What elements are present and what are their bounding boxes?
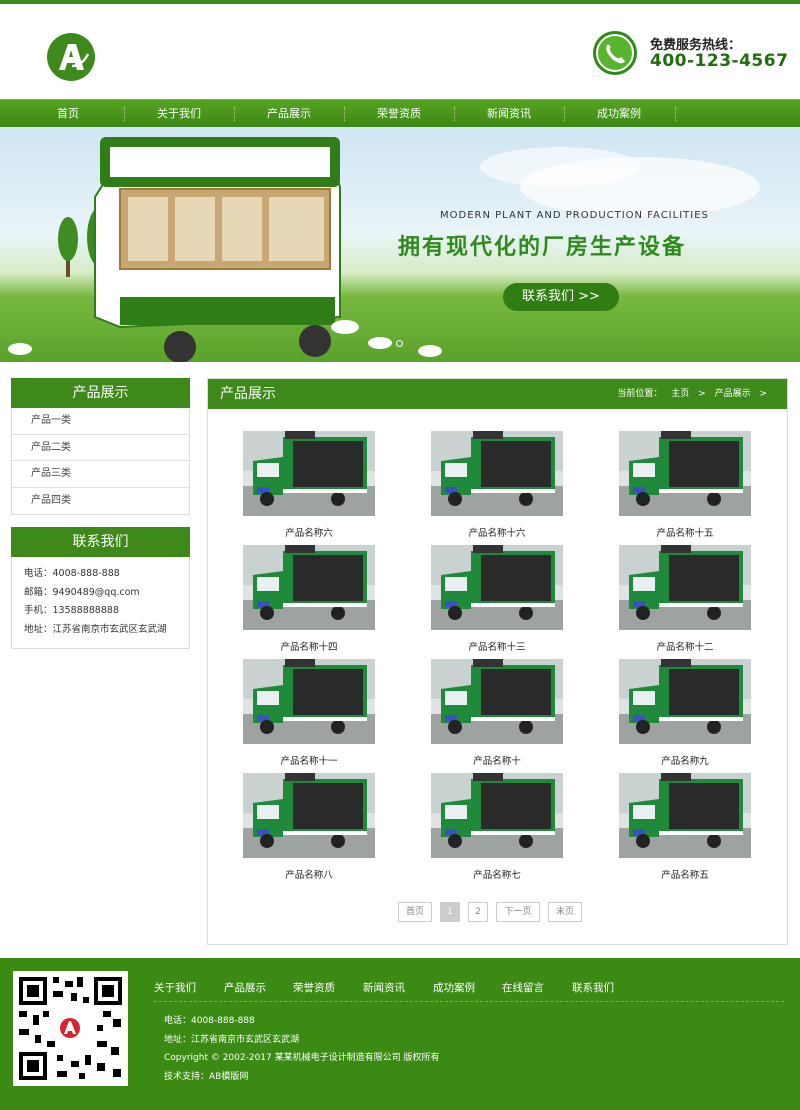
footer-divider: [154, 1001, 784, 1002]
footer-address: 地址：江苏省南京市玄武区玄武湖: [164, 1035, 300, 1045]
product-name[interactable]: 产品名称十一: [243, 753, 375, 767]
product-card[interactable]: 产品名称十四: [243, 545, 375, 653]
nav-home[interactable]: 首页: [13, 100, 123, 128]
phone-icon: [593, 31, 637, 75]
product-card[interactable]: 产品名称十二: [619, 545, 751, 653]
sidebar-categories-title: 产品展示: [11, 378, 190, 408]
qr-code-icon: [13, 971, 128, 1086]
contact-phone: 电话：4008-888-888: [24, 568, 120, 579]
banner-headline: 拥有现代化的厂房生产设备: [398, 235, 687, 260]
sidebar-category-item[interactable]: 产品一类: [12, 408, 189, 435]
nav-about[interactable]: 关于我们: [124, 100, 234, 128]
product-card[interactable]: 产品名称十五: [619, 431, 751, 539]
product-card[interactable]: 产品名称六: [243, 431, 375, 539]
product-name[interactable]: 产品名称十六: [431, 525, 563, 539]
pagination-next[interactable]: 下一页: [496, 902, 540, 922]
footer-nav-about[interactable]: 关于我们: [154, 980, 196, 995]
contact-address: 地址：江苏省南京市玄武区玄武湖: [24, 623, 167, 635]
hero-banner: MODERN PLANT AND PRODUCTION FACILITIES 拥…: [0, 127, 800, 362]
pagination-last[interactable]: 末页: [548, 902, 582, 922]
product-card[interactable]: 产品名称九: [619, 659, 751, 767]
breadcrumb: 当前位置： 主页 > 产品展示 >: [611, 379, 767, 409]
product-name[interactable]: 产品名称八: [243, 867, 375, 881]
product-card[interactable]: 产品名称十: [431, 659, 563, 767]
product-image: [619, 659, 751, 744]
breadcrumb-separator: >: [759, 389, 767, 399]
contact-mobile: 手机：13588888888: [24, 605, 119, 616]
nav-news[interactable]: 新闻资讯: [454, 100, 564, 128]
logo-icon[interactable]: [46, 32, 96, 82]
footer-tech-support: 技术支持：AB模版网: [164, 1072, 249, 1082]
sidebar-contact-title: 联系我们: [11, 527, 190, 557]
product-name[interactable]: 产品名称六: [243, 525, 375, 539]
breadcrumb-label: 当前位置：: [617, 389, 663, 399]
product-image: [431, 545, 563, 630]
banner-contact-button[interactable]: 联系我们 >>: [503, 283, 619, 311]
slider-dot-active[interactable]: [384, 340, 391, 347]
product-card[interactable]: 产品名称八: [243, 773, 375, 881]
footer-nav-news[interactable]: 新闻资讯: [363, 980, 405, 995]
product-name[interactable]: 产品名称十三: [431, 639, 563, 653]
footer-nav-cases[interactable]: 成功案例: [433, 980, 475, 995]
contact-email: 邮箱：9490489@qq.com: [24, 586, 140, 598]
product-name[interactable]: 产品名称五: [619, 867, 751, 881]
product-image: [431, 773, 563, 858]
product-image: [619, 431, 751, 516]
slider-dot[interactable]: [396, 340, 403, 347]
product-name[interactable]: 产品名称七: [431, 867, 563, 881]
nav-separator: [675, 107, 676, 121]
hotline-number: 400-123-4567: [650, 51, 789, 71]
breadcrumb-home[interactable]: 主页: [671, 389, 689, 399]
footer-phone: 电话：4008-888-888: [164, 1016, 255, 1026]
product-card[interactable]: 产品名称七: [431, 773, 563, 881]
footer-nav-contact[interactable]: 联系我们: [572, 980, 614, 995]
footer: 关于我们 产品展示 荣誉资质 新闻资讯 成功案例 在线留言 联系我们 电话：40…: [0, 958, 800, 1110]
nav-honors[interactable]: 荣誉资质: [344, 100, 454, 128]
product-image: [243, 431, 375, 516]
footer-copyright: Copyright © 2002-2017 某某机械电子设计制造有限公司 版权所…: [164, 1053, 440, 1063]
product-panel: 产品展示 当前位置： 主页 > 产品展示 > 产品名称六 产品名称十六 产品名称十五…: [207, 378, 788, 945]
pagination-page[interactable]: 2: [468, 902, 488, 922]
main-nav: 首页 关于我们 产品展示 荣誉资质 新闻资讯 成功案例: [0, 99, 800, 127]
pagination-first[interactable]: 首页: [398, 902, 432, 922]
sidebar-category-item[interactable]: 产品四类: [12, 488, 189, 515]
footer-nav-products[interactable]: 产品展示: [224, 980, 266, 995]
breadcrumb-products[interactable]: 产品展示: [715, 389, 751, 399]
product-card[interactable]: 产品名称五: [619, 773, 751, 881]
sidebar-category-item[interactable]: 产品三类: [12, 461, 189, 488]
product-image: [619, 545, 751, 630]
product-image: [243, 659, 375, 744]
sidebar-contact: 电话：4008-888-888 邮箱：9490489@qq.com 手机：135…: [11, 557, 190, 649]
product-name[interactable]: 产品名称十五: [619, 525, 751, 539]
breadcrumb-separator: >: [698, 389, 706, 399]
product-image: [243, 773, 375, 858]
page-title: 产品展示: [220, 386, 276, 402]
product-name[interactable]: 产品名称十二: [619, 639, 751, 653]
top-accent-bar: [0, 0, 800, 4]
product-name[interactable]: 产品名称十: [431, 753, 563, 767]
footer-nav-message[interactable]: 在线留言: [502, 980, 544, 995]
product-image: [619, 773, 751, 858]
sidebar-categories: 产品一类 产品二类 产品三类 产品四类: [11, 408, 190, 515]
product-image: [431, 659, 563, 744]
product-name[interactable]: 产品名称九: [619, 753, 751, 767]
product-name[interactable]: 产品名称十四: [243, 639, 375, 653]
product-panel-header: 产品展示 当前位置： 主页 > 产品展示 >: [208, 379, 787, 409]
product-card[interactable]: 产品名称十六: [431, 431, 563, 539]
product-card[interactable]: 产品名称十三: [431, 545, 563, 653]
product-image: [243, 545, 375, 630]
banner-subtitle: MODERN PLANT AND PRODUCTION FACILITIES: [440, 210, 709, 221]
pagination-page-current[interactable]: 1: [440, 902, 460, 922]
product-image: [431, 431, 563, 516]
product-card[interactable]: 产品名称十一: [243, 659, 375, 767]
sidebar-category-item[interactable]: 产品二类: [12, 435, 189, 461]
footer-nav-honors[interactable]: 荣誉资质: [293, 980, 335, 995]
nav-products[interactable]: 产品展示: [234, 100, 344, 128]
nav-cases[interactable]: 成功案例: [564, 100, 674, 128]
